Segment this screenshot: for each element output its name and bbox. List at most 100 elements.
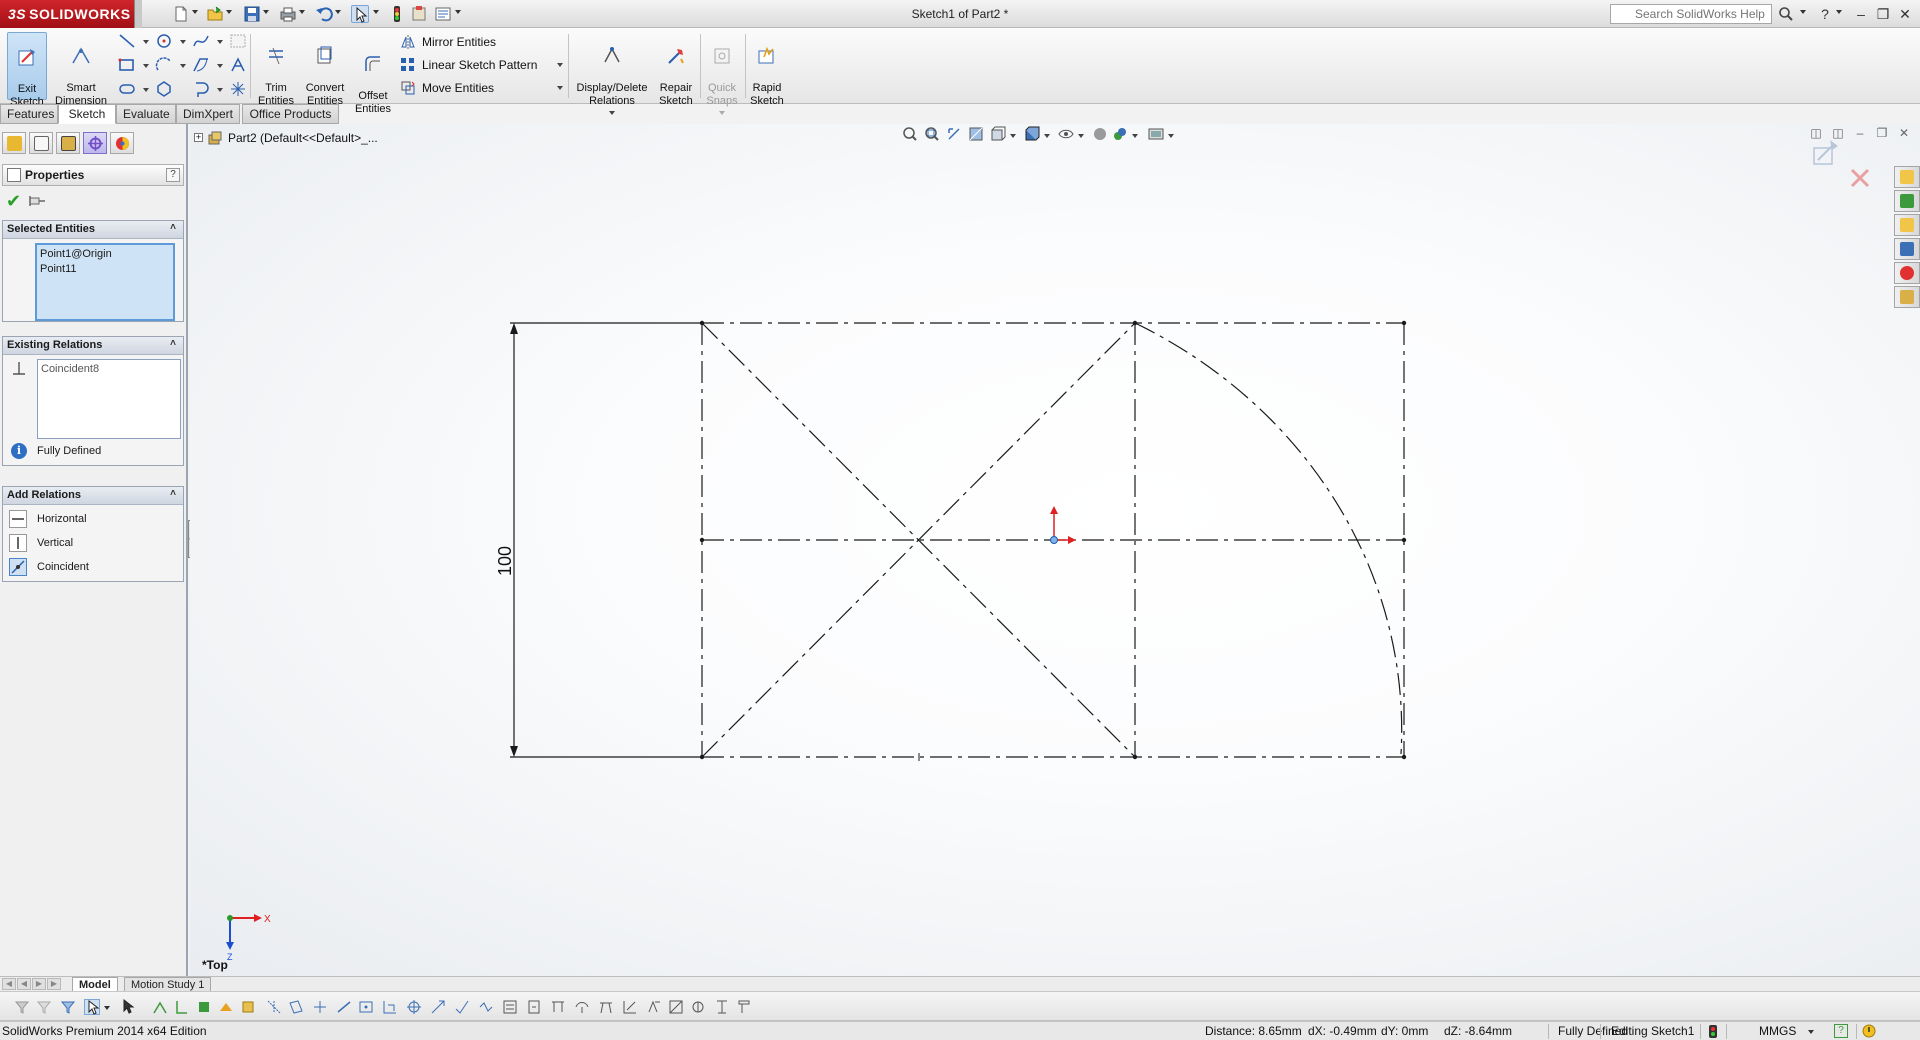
pushpin-icon[interactable] — [28, 194, 46, 208]
filter-dropdown[interactable] — [104, 1006, 110, 1010]
filter-faces-icon[interactable] — [196, 999, 212, 1015]
display-manager-tab[interactable] — [110, 132, 134, 154]
dimxpert-manager-tab[interactable] — [83, 132, 107, 154]
ok-checkmark-icon[interactable]: ✔ — [6, 192, 24, 210]
list-item[interactable]: Point1@Origin — [40, 247, 170, 262]
undo-dropdown[interactable] — [335, 10, 341, 14]
help-icon[interactable]: ? — [1816, 5, 1834, 23]
rectangle-icon[interactable] — [118, 56, 136, 74]
mirror-entities-button[interactable]: Mirror Entities — [400, 32, 560, 52]
tab-office-products[interactable]: Office Products — [242, 104, 339, 124]
filter-cosmetic-threads-icon[interactable] — [598, 999, 614, 1015]
select-cursor-icon[interactable] — [351, 5, 369, 23]
collapse-chevron-icon[interactable]: ˄ — [167, 223, 179, 235]
minimize-icon[interactable]: – — [1852, 5, 1870, 23]
appearances-tab[interactable] — [1894, 262, 1920, 284]
sketch-origin[interactable] — [1050, 506, 1076, 544]
view-orientation-icon[interactable] — [990, 126, 1006, 142]
quick-snaps-dropdown[interactable] — [719, 111, 725, 115]
filter-surface-bodies-icon[interactable] — [218, 999, 234, 1015]
search-icon[interactable] — [1778, 6, 1794, 22]
options-icon[interactable] — [434, 5, 452, 23]
filter-edges-icon[interactable] — [174, 999, 190, 1015]
display-style-icon[interactable] — [1024, 126, 1040, 142]
undo-icon[interactable] — [315, 5, 333, 23]
new-document-dropdown[interactable] — [192, 10, 198, 14]
next-tab-arrow[interactable]: ▶ — [32, 978, 46, 990]
solidworks-logo[interactable]: 3S SOLIDWORKS — [0, 0, 134, 28]
relations-dropdown[interactable] — [609, 111, 615, 115]
exit-sketch-corner-icon[interactable] — [1810, 136, 1844, 170]
filter-solid-bodies-icon[interactable] — [240, 999, 256, 1015]
expand-tree-icon[interactable]: + — [194, 133, 203, 142]
help-dropdown[interactable] — [1836, 10, 1842, 14]
filter-routing-points-icon[interactable] — [690, 999, 706, 1015]
close-icon[interactable]: ✕ — [1896, 5, 1914, 23]
solidworks-resources-tab[interactable] — [1894, 166, 1920, 188]
collapse-chevron-icon[interactable]: ˄ — [167, 489, 179, 501]
tab-sketch[interactable]: Sketch — [58, 104, 116, 124]
tab-evaluate[interactable]: Evaluate — [116, 104, 176, 124]
select-dropdown[interactable] — [373, 10, 379, 14]
units-selector[interactable]: MMGS — [1759, 1022, 1796, 1040]
feature-tree-flyout[interactable]: + Part2 (Default<<Default>_... — [194, 130, 378, 148]
rectangle-dropdown[interactable] — [143, 64, 149, 68]
feature-tree-tab[interactable] — [2, 132, 26, 154]
rebuild-traffic-light-icon[interactable] — [388, 5, 406, 23]
section-view-icon[interactable] — [968, 126, 984, 142]
filter-mid-surfaces-icon[interactable] — [736, 999, 752, 1015]
move-dropdown[interactable] — [557, 86, 563, 90]
filter-surface-finish-icon[interactable] — [454, 999, 470, 1015]
existing-relations-list[interactable]: Coincident8 — [37, 359, 181, 439]
invert-selection-icon[interactable] — [120, 998, 136, 1015]
print-dropdown[interactable] — [299, 10, 305, 14]
file-explorer-tab[interactable] — [1894, 214, 1920, 236]
horizontal-relation-button[interactable]: Horizontal — [7, 508, 179, 530]
apply-scene-dropdown[interactable] — [1132, 134, 1138, 138]
filter-center-marks-icon[interactable] — [382, 999, 398, 1015]
filter-midpoints-icon[interactable] — [358, 999, 374, 1015]
sketch-fillet-icon[interactable] — [192, 56, 210, 74]
zoom-to-area-icon[interactable] — [924, 126, 940, 142]
tab-model[interactable]: Model — [72, 977, 118, 992]
display-delete-relations-button[interactable]: Display/Delete Relations — [572, 32, 652, 115]
quick-snaps-button[interactable]: Quick Snaps — [703, 32, 741, 115]
selected-entities-list[interactable]: Point1@Origin Point11 — [35, 243, 175, 321]
repair-sketch-button[interactable]: Repair Sketch — [656, 32, 696, 107]
apply-scene-icon[interactable] — [1112, 126, 1128, 142]
arc-icon[interactable] — [155, 56, 173, 74]
save-dropdown[interactable] — [263, 10, 269, 14]
point-icon[interactable] — [229, 80, 247, 98]
filter-notes-icon[interactable] — [502, 999, 518, 1015]
vertical-relation-button[interactable]: Vertical — [7, 532, 179, 554]
arc-dropdown[interactable] — [180, 64, 186, 68]
file-properties-icon[interactable] — [410, 5, 428, 23]
filter-datum-features-icon[interactable] — [526, 999, 542, 1015]
linear-sketch-pattern-button[interactable]: Linear Sketch Pattern — [400, 55, 560, 75]
restore-icon[interactable]: ❐ — [1874, 5, 1892, 23]
rebuild-indicator-icon[interactable] — [1708, 1025, 1718, 1038]
graphics-area[interactable]: 100 X Z + Part2 (Default<<Default>_... ◫… — [190, 124, 1920, 976]
polygon-icon[interactable] — [155, 80, 173, 98]
filter-mate-references-icon[interactable] — [714, 999, 730, 1015]
filter-spot-welds-icon[interactable] — [646, 999, 662, 1015]
hide-show-dropdown[interactable] — [1078, 134, 1084, 138]
circle-dropdown[interactable] — [180, 40, 186, 44]
rebuild-status-icon[interactable] — [1862, 1024, 1876, 1038]
rapid-sketch-button[interactable]: Rapid Sketch — [748, 32, 786, 107]
configuration-manager-tab[interactable] — [56, 132, 80, 154]
quick-tips-icon[interactable]: ? — [1834, 1024, 1848, 1038]
construction-arc-icon[interactable] — [192, 80, 210, 98]
custom-properties-tab[interactable] — [1894, 286, 1920, 308]
existing-relations-header[interactable]: Existing Relations ˄ — [3, 337, 183, 355]
menu-expand-arrow[interactable] — [134, 0, 142, 28]
circle-icon[interactable] — [155, 32, 173, 50]
fillet-dropdown[interactable] — [217, 64, 223, 68]
toggle-filter-icon[interactable] — [14, 999, 30, 1015]
units-dropdown[interactable] — [1808, 1030, 1814, 1034]
filter-connection-points-icon[interactable] — [668, 999, 684, 1015]
spline-icon[interactable] — [192, 32, 210, 50]
list-item[interactable]: Coincident8 — [41, 362, 177, 377]
clear-filters-icon[interactable] — [60, 999, 76, 1015]
open-folder-icon[interactable] — [206, 5, 224, 23]
